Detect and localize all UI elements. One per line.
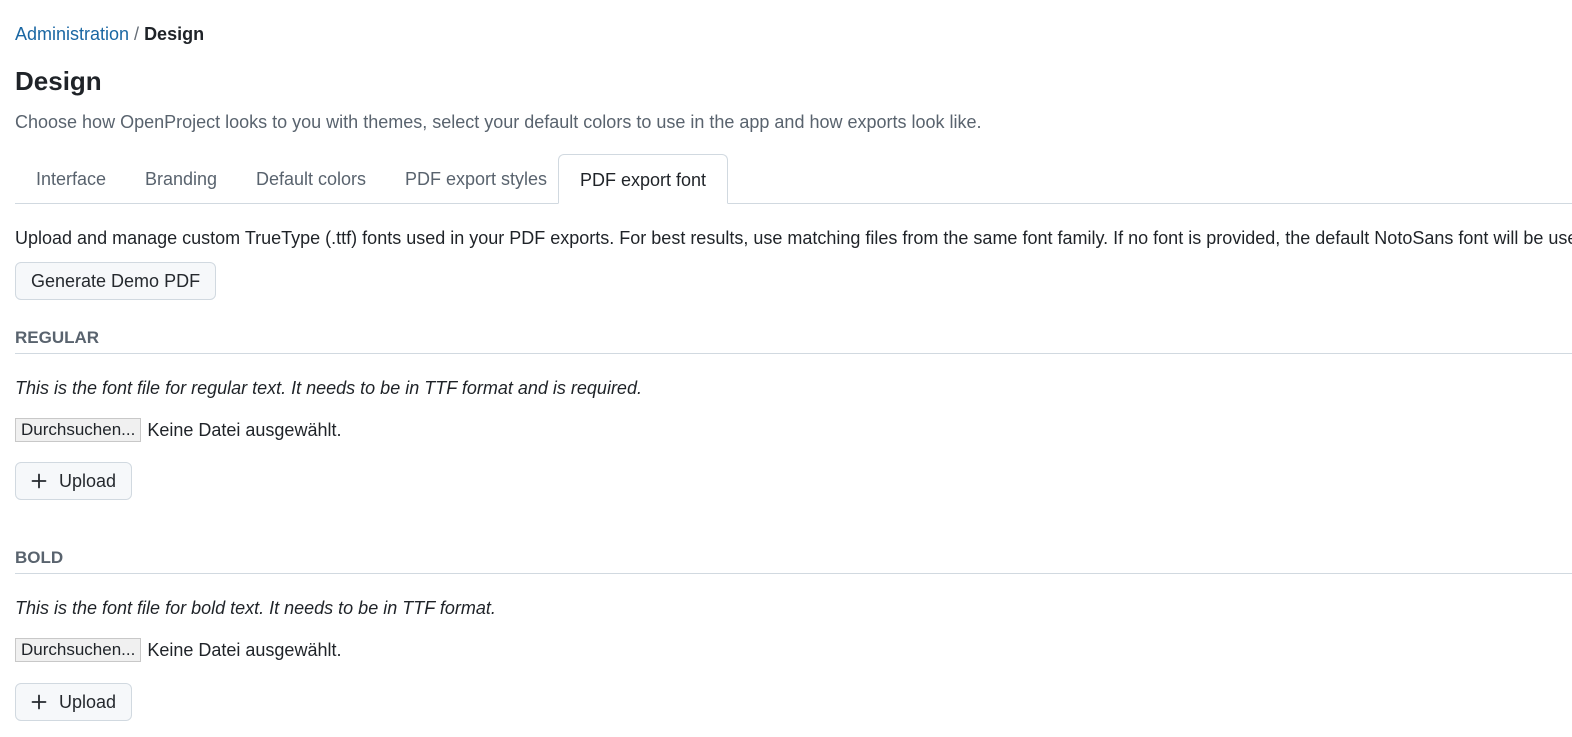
- breadcrumb-separator: /: [134, 24, 140, 44]
- tab-default-colors[interactable]: Default colors: [235, 154, 387, 203]
- file-status-bold: Keine Datei ausgewählt.: [147, 640, 342, 660]
- upload-regular-button[interactable]: Upload: [15, 462, 133, 500]
- breadcrumb: Administration / Design: [15, 22, 204, 46]
- upload-regular-label: Upload: [59, 471, 117, 491]
- tab-pdf-export-styles[interactable]: PDF export styles: [384, 154, 568, 203]
- generate-demo-pdf-button[interactable]: Generate Demo PDF: [15, 262, 217, 300]
- browse-button-regular[interactable]: Durchsuchen...: [15, 418, 142, 442]
- section-heading-bold: BOLD: [15, 547, 1572, 574]
- tab-nav: Interface Branding Default colors PDF ex…: [15, 154, 1572, 204]
- browse-button-bold[interactable]: Durchsuchen...: [15, 638, 142, 662]
- page-description: Choose how OpenProject looks to you with…: [15, 112, 982, 132]
- section-heading-regular: REGULAR: [15, 327, 1572, 354]
- tab-branding[interactable]: Branding: [124, 154, 238, 203]
- tab-interface[interactable]: Interface: [15, 154, 127, 203]
- page-title: Design: [15, 66, 102, 96]
- section-note-bold: This is the font file for bold text. It …: [15, 598, 496, 618]
- section-note-regular: This is the font file for regular text. …: [15, 378, 642, 398]
- tab-pdf-export-font[interactable]: PDF export font: [558, 154, 729, 204]
- upload-bold-button[interactable]: Upload: [15, 683, 133, 721]
- breadcrumb-link-administration[interactable]: Administration: [15, 24, 129, 44]
- file-status-regular: Keine Datei ausgewählt.: [147, 420, 342, 440]
- file-input-bold: Durchsuchen... Keine Datei ausgewählt.: [15, 637, 341, 663]
- pdf-font-intro-text: Upload and manage custom TrueType (.ttf)…: [15, 228, 1572, 248]
- breadcrumb-current: Design: [144, 24, 205, 44]
- upload-bold-label: Upload: [59, 692, 117, 712]
- file-input-regular: Durchsuchen... Keine Datei ausgewählt.: [15, 417, 341, 443]
- plus-icon: [31, 694, 47, 710]
- plus-icon: [31, 473, 47, 489]
